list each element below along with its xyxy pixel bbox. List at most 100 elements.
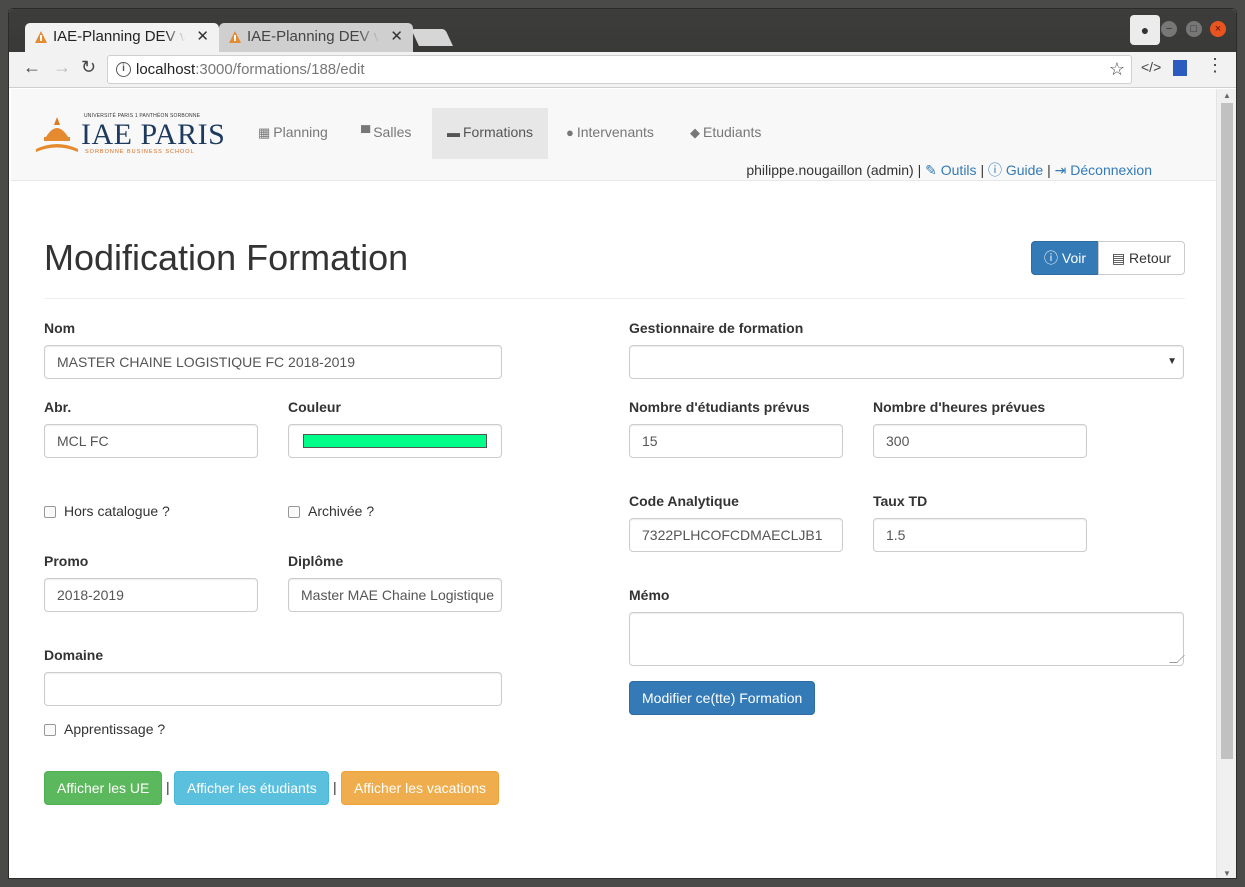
afficher-etudiants-button[interactable]: Afficher les étudiants	[174, 771, 329, 805]
promo-input[interactable]: 2018-2019	[44, 578, 258, 612]
retour-button[interactable]: ▤ Retour	[1098, 241, 1185, 275]
abr-input[interactable]: MCL FC	[44, 424, 258, 458]
info-circle-icon: ⓘ	[987, 162, 1002, 178]
diplome-label: Diplôme	[288, 553, 344, 569]
abr-label: Abr.	[44, 399, 72, 415]
address-bar[interactable]: i localhost:3000/formations/188/edit ☆	[107, 55, 1132, 84]
afficher-vacations-button[interactable]: Afficher les vacations	[341, 771, 499, 805]
nom-label: Nom	[44, 320, 76, 336]
nb-heures-input[interactable]: 300	[873, 424, 1087, 458]
sign-out-icon: ⇥	[1054, 162, 1067, 178]
scrollbar-thumb[interactable]	[1221, 103, 1233, 759]
memo-label: Mémo	[629, 587, 670, 603]
info-icon[interactable]: i	[116, 62, 131, 77]
window-close-icon[interactable]: ×	[1210, 21, 1226, 37]
nb-etudiants-input[interactable]: 15	[629, 424, 843, 458]
domaine-label: Domaine	[44, 647, 104, 663]
tab-close-icon[interactable]: ✕	[390, 23, 403, 50]
checkbox-box[interactable]	[44, 506, 56, 518]
url-path: :3000/formations/188/edit	[195, 61, 365, 78]
select-caret-icon: ▼	[1167, 356, 1177, 367]
iae-favicon-icon	[35, 31, 47, 43]
domaine-input[interactable]	[44, 672, 502, 706]
nav-label: Formations	[463, 124, 534, 140]
memo-textarea[interactable]	[629, 612, 1185, 666]
retour-label: Retour	[1129, 250, 1172, 266]
checkbox-box[interactable]	[44, 724, 56, 736]
outils-link[interactable]: ✎ Outils	[925, 162, 976, 178]
devtools-extension-icon[interactable]: </>	[1141, 59, 1161, 75]
scroll-down-icon[interactable]: ▼	[1223, 869, 1231, 878]
couleur-input[interactable]	[288, 424, 502, 458]
nav-salles[interactable]: ▀ Salles	[346, 108, 426, 159]
nom-input[interactable]: MASTER CHAINE LOGISTIQUE FC 2018-2019	[44, 345, 502, 379]
briefcase-icon: ▬	[447, 125, 460, 140]
calendar-icon: ▦	[258, 125, 271, 140]
nav-label: Intervenants	[576, 124, 654, 140]
archivee-label: Archivée ?	[308, 503, 375, 519]
afficher-ue-button[interactable]: Afficher les UE	[44, 771, 162, 805]
maximize-icon[interactable]: □	[1185, 21, 1202, 37]
minimize-icon[interactable]: −	[1161, 21, 1178, 37]
nav-intervenants[interactable]: ● Intervenants	[551, 108, 669, 159]
scroll-up-icon[interactable]: ▲	[1223, 91, 1231, 100]
submit-button[interactable]: Modifier ce(tte) Formation	[629, 681, 815, 715]
current-user: philippe.nougaillon (admin)	[746, 162, 914, 178]
guide-link[interactable]: ⓘ Guide	[988, 162, 1043, 178]
page-title: Modification Formation	[44, 237, 409, 278]
nav-planning[interactable]: ▦ Planning	[243, 108, 343, 159]
logout-link[interactable]: ⇥ Déconnexion	[1055, 162, 1152, 178]
reload-icon[interactable]: ↻	[81, 57, 96, 78]
bookmark-star-icon[interactable]: ☆	[1109, 56, 1125, 83]
extension-icon[interactable]	[1173, 60, 1187, 76]
voir-button[interactable]: ⓘ Voir	[1031, 241, 1099, 275]
browser-window: IAE-Planning DEV v ✕ IAE-Planning DEV v …	[8, 8, 1237, 879]
nav-label: Salles	[373, 124, 412, 140]
window-controls: − □ ×	[1157, 19, 1226, 37]
hors-catalogue-checkbox[interactable]: Hors catalogue ?	[44, 503, 170, 519]
voir-label: Voir	[1061, 250, 1087, 266]
new-tab-button[interactable]	[411, 29, 453, 46]
divider	[44, 298, 1185, 299]
page-viewport: UNIVERSITÉ PARIS 1 PANTHÉON SORBONNE IAE…	[9, 89, 1218, 878]
desk-icon: ▀	[361, 125, 371, 140]
nav-label: Planning	[273, 124, 328, 140]
separator: |	[980, 162, 985, 178]
diplome-input[interactable]: Master MAE Chaine Logistique	[288, 578, 502, 612]
gestionnaire-select[interactable]: ▼	[629, 345, 1184, 379]
profile-icon[interactable]: ●	[1130, 15, 1160, 45]
forward-icon[interactable]: →	[53, 57, 71, 78]
wrench-icon: ✎	[925, 162, 937, 178]
tab-title: IAE-Planning DEV v	[53, 28, 185, 45]
couleur-label: Couleur	[288, 399, 341, 415]
archivee-checkbox[interactable]: Archivée ?	[288, 503, 374, 519]
code-analytique-label: Code Analytique	[629, 493, 739, 509]
outils-label: Outils	[940, 162, 977, 178]
info-circle-icon: ⓘ	[1044, 250, 1058, 266]
iae-paris-logo[interactable]: UNIVERSITÉ PARIS 1 PANTHÉON SORBONNE IAE…	[36, 111, 225, 157]
graduation-cap-icon: ◆	[690, 125, 700, 140]
back-icon[interactable]: ←	[23, 57, 41, 78]
resize-grip-icon[interactable]	[1169, 655, 1185, 663]
promo-label: Promo	[44, 553, 89, 569]
nav-formations[interactable]: ▬ Formations	[432, 108, 549, 159]
nav-etudiants[interactable]: ◆ Etudiants	[675, 108, 776, 159]
taux-td-label: Taux TD	[873, 493, 928, 509]
url-host: localhost	[136, 61, 196, 78]
apprentissage-checkbox[interactable]: Apprentissage ?	[44, 721, 165, 737]
iae-favicon-icon	[229, 31, 241, 43]
nb-etudiants-label: Nombre d'étudiants prévus	[629, 399, 810, 415]
user-icon: ●	[566, 125, 574, 140]
browser-tab-active[interactable]: IAE-Planning DEV v ✕	[25, 23, 219, 53]
dome-logo-icon	[36, 117, 78, 152]
code-analytique-input[interactable]: 7322PLHCOFCDMAECLJB1	[629, 518, 843, 552]
scrollbar[interactable]: ▲ ▼	[1216, 89, 1236, 878]
browser-tab[interactable]: IAE-Planning DEV v ✕	[219, 23, 413, 53]
app-navbar: UNIVERSITÉ PARIS 1 PANTHÉON SORBONNE IAE…	[11, 89, 1218, 181]
logout-label: Déconnexion	[1070, 162, 1152, 178]
taux-td-input[interactable]: 1.5	[873, 518, 1087, 552]
checkbox-box[interactable]	[288, 506, 300, 518]
tab-close-icon[interactable]: ✕	[196, 23, 209, 50]
guide-label: Guide	[1005, 162, 1044, 178]
menu-icon[interactable]: ⋮	[1206, 55, 1224, 76]
